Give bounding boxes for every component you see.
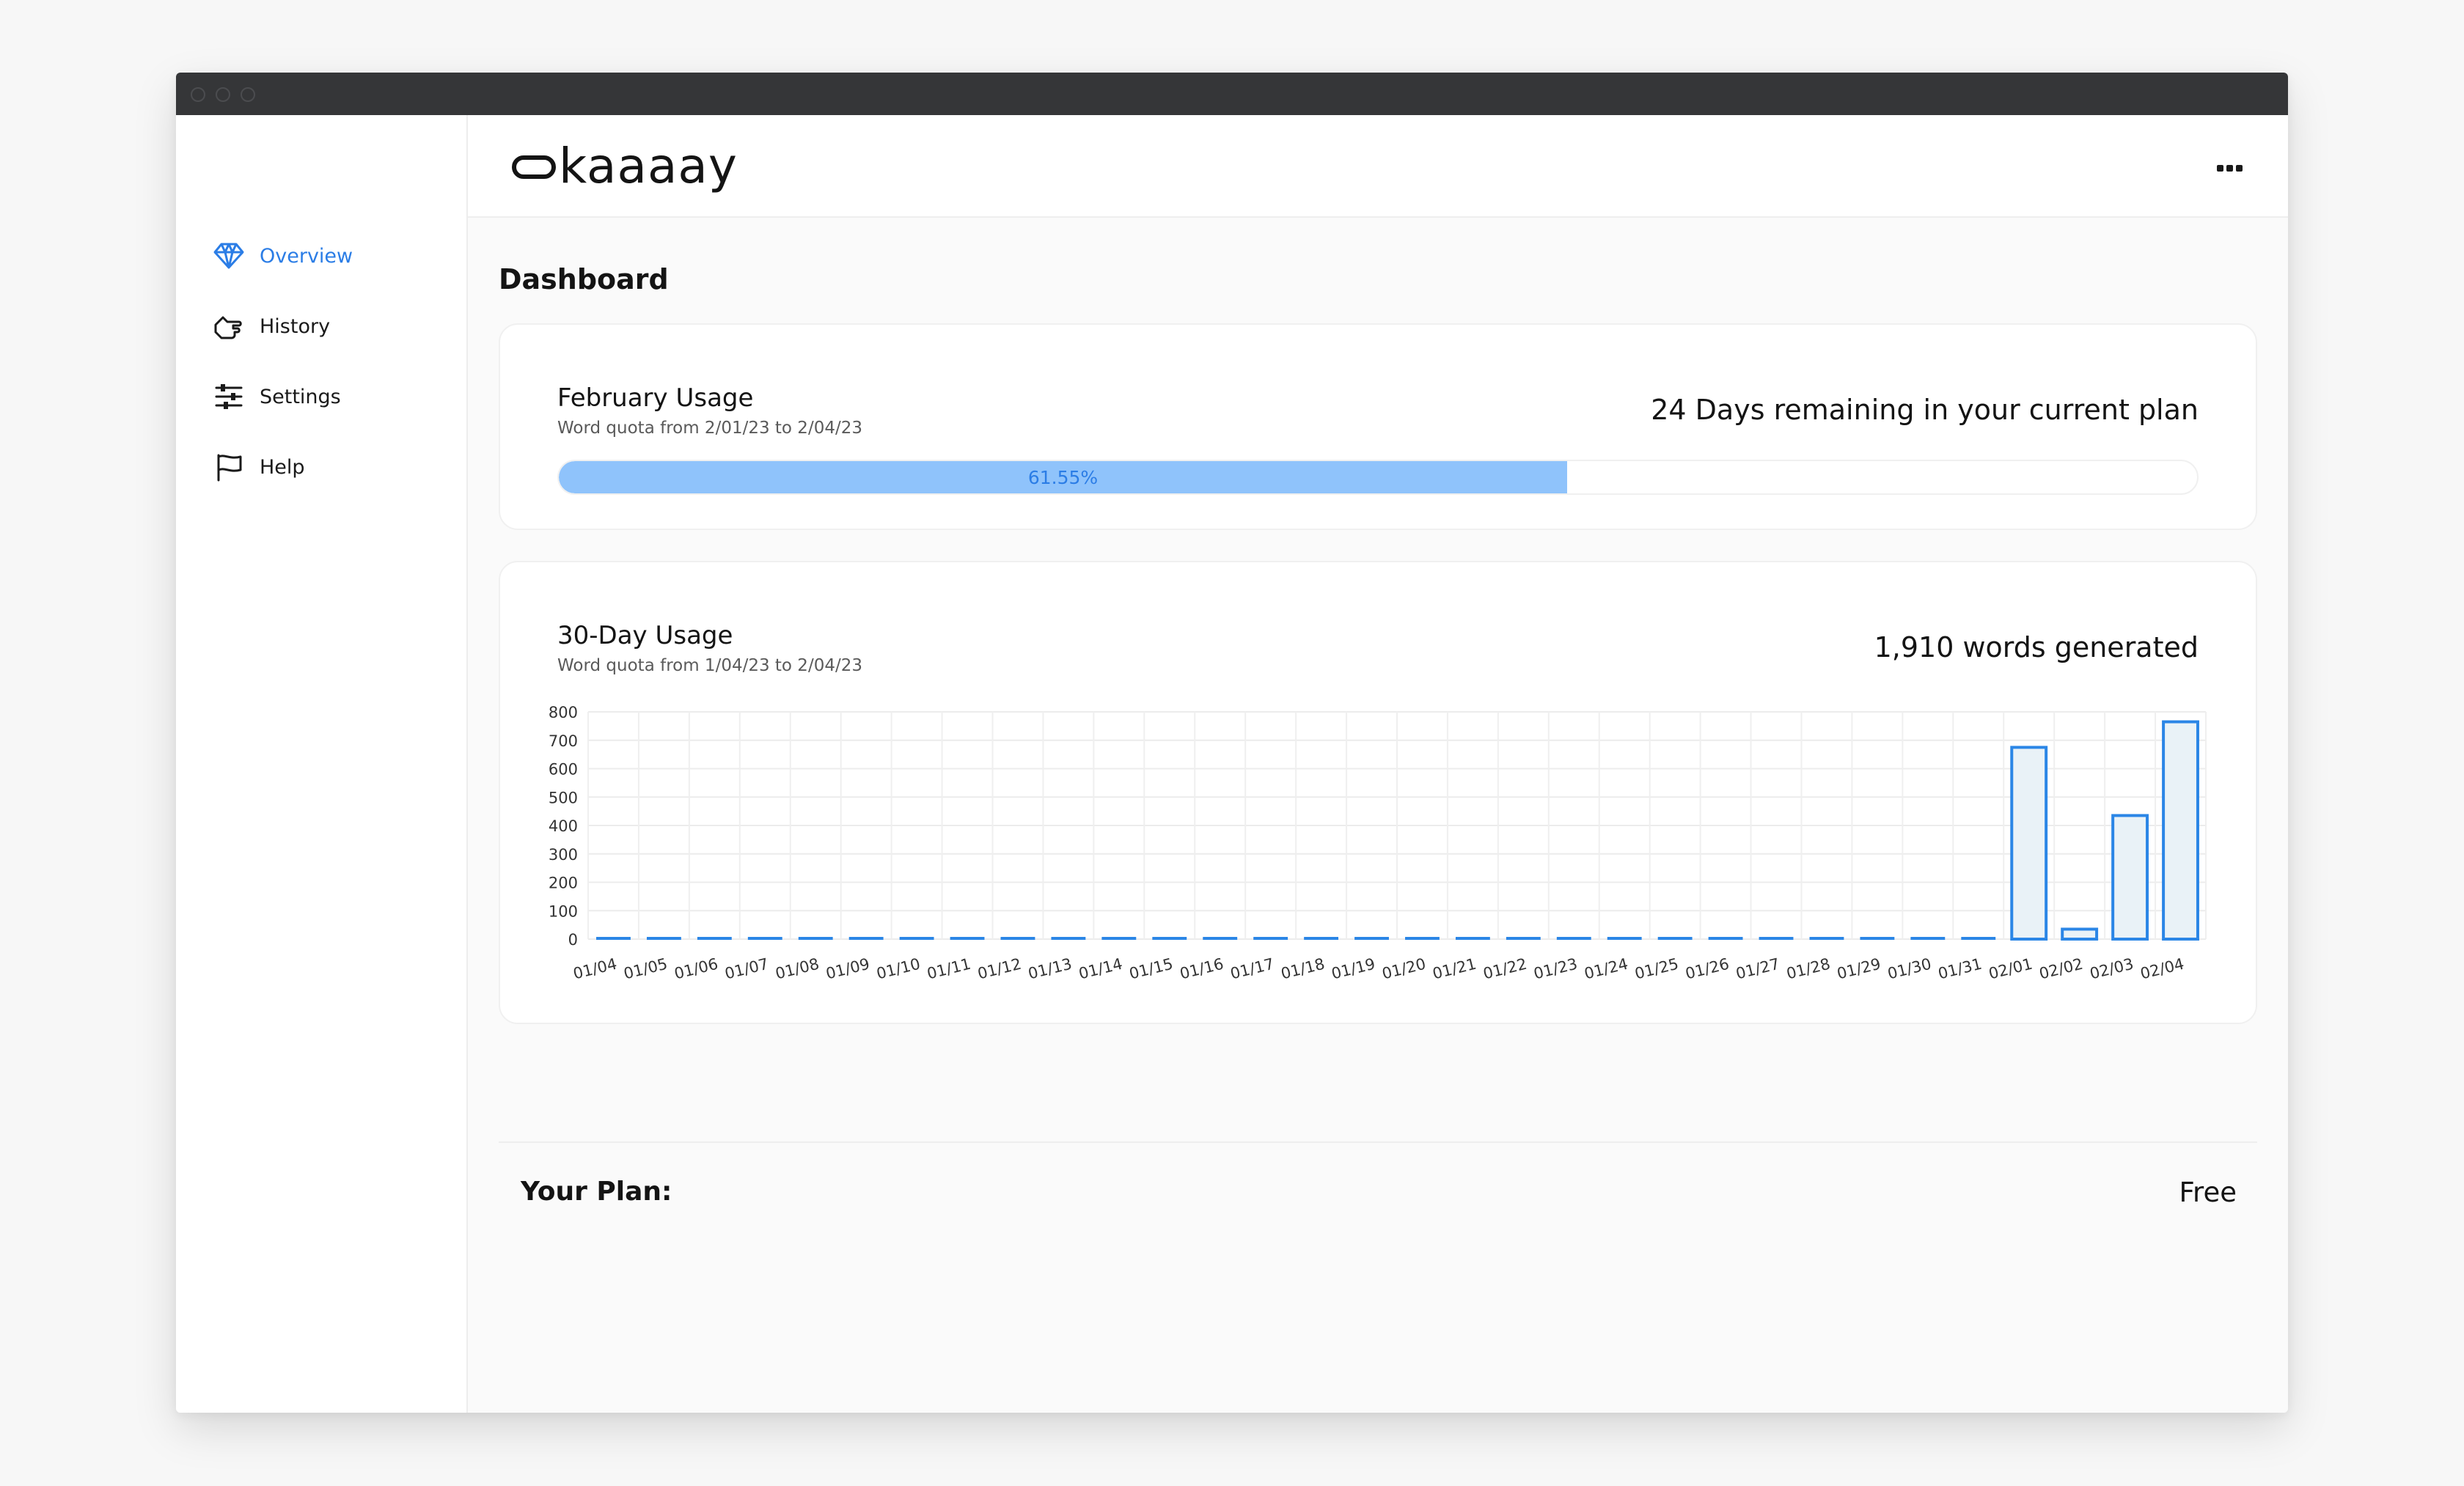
page-title: Dashboard — [499, 263, 669, 295]
sidebar-item-label: History — [260, 315, 331, 338]
sliders-icon — [213, 380, 245, 413]
chart-x-tick-label: 01/20 — [1380, 955, 1428, 983]
chart-x-tick-label: 01/22 — [1481, 955, 1529, 983]
sidebar-item-overview[interactable]: Overview — [213, 234, 447, 278]
sidebar-item-label: Overview — [260, 244, 353, 268]
usage-card-subtitle: Word quota from 2/01/23 to 2/04/23 — [557, 419, 862, 438]
chart-bar — [2010, 746, 2048, 941]
flag-icon — [213, 451, 245, 483]
chart-x-tick-label: 01/21 — [1431, 955, 1478, 983]
sidebar-item-history[interactable]: History — [213, 304, 447, 348]
chart-y-tick-label: 0 — [568, 931, 578, 949]
chart-x-tick-label: 01/12 — [976, 955, 1024, 983]
chart-x-tick-label: 01/05 — [622, 955, 670, 983]
chart-x-tick-label: 01/30 — [1886, 955, 1934, 983]
chart-y-tick-label: 400 — [549, 817, 578, 835]
top-bar: kaaaay — [468, 115, 2288, 218]
chart-bar — [2061, 927, 2099, 941]
usage-progress-label: 61.55% — [1027, 466, 1099, 488]
hand-point-icon — [213, 310, 245, 342]
window-close-button[interactable] — [191, 87, 205, 102]
chart-x-tick-label: 01/19 — [1330, 955, 1377, 983]
main-content: kaaaay Dashboard February Usage Word quo… — [468, 115, 2288, 1413]
chart-x-tick-label: 02/04 — [2138, 955, 2186, 983]
chart-x-tick-label: 01/27 — [1734, 955, 1782, 983]
chart-card: 30-Day Usage Word quota from 1/04/23 to … — [499, 561, 2257, 1024]
window-zoom-button[interactable] — [241, 87, 255, 102]
chart-x-tick-label: 01/09 — [824, 955, 872, 983]
chart-x-tick-label: 01/13 — [1027, 955, 1074, 983]
chart-x-tick-label: 01/10 — [875, 955, 923, 983]
chart-x-tick-label: 01/29 — [1836, 955, 1883, 983]
chart-x-tick-label: 01/07 — [723, 955, 771, 983]
usage-card-title: February Usage — [557, 383, 754, 413]
plan-value: Free — [2179, 1177, 2237, 1208]
more-menu-button[interactable] — [2213, 153, 2245, 183]
window-titlebar — [176, 73, 2288, 115]
chart-y-tick-label: 300 — [549, 846, 578, 864]
chart-x-tick-label: 01/06 — [672, 955, 720, 983]
sidebar-item-settings[interactable]: Settings — [213, 375, 447, 419]
chart-x-tick-label: 01/26 — [1684, 955, 1731, 983]
chart-x-tick-label: 02/01 — [1987, 955, 2034, 983]
chart-x-tick-label: 01/08 — [774, 955, 821, 983]
logo[interactable]: kaaaay — [512, 137, 738, 196]
chart-x-tick-label: 01/23 — [1532, 955, 1580, 983]
chart-y-tick-label: 100 — [549, 902, 578, 920]
plan-divider — [499, 1141, 2257, 1143]
more-icon-dot — [2226, 164, 2233, 172]
plan-label: Your Plan: — [521, 1177, 672, 1207]
chart-x-tick-label: 01/11 — [925, 955, 973, 983]
diamond-icon — [213, 240, 245, 272]
chart-x-tick-label: 01/17 — [1228, 955, 1276, 983]
chart-bar — [2111, 814, 2149, 941]
chart-y-tick-label: 600 — [549, 761, 578, 779]
chart-x-tick-label: 01/18 — [1279, 955, 1327, 983]
chart-bar — [2162, 720, 2199, 941]
chart-y-tick-label: 800 — [549, 704, 578, 721]
logo-mark-icon — [512, 155, 556, 179]
logo-text: kaaaay — [559, 138, 738, 194]
chart-x-tick-label: 01/16 — [1178, 955, 1225, 983]
chart-x-tick-label: 01/24 — [1583, 955, 1630, 983]
chart-y-tick-label: 700 — [549, 732, 578, 750]
chart-y-tick-label: 500 — [549, 789, 578, 806]
chart-x-tick-label: 01/28 — [1785, 955, 1833, 983]
sidebar-item-help[interactable]: Help — [213, 445, 447, 489]
chart-x-tick-label: 01/15 — [1127, 955, 1175, 983]
more-icon — [2216, 164, 2223, 172]
sidebar-item-label: Settings — [260, 385, 341, 408]
sidebar: Overview History Settings Help — [176, 115, 468, 1413]
window-minimize-button[interactable] — [216, 87, 230, 102]
chart-x-tick-label: 02/03 — [2088, 955, 2135, 983]
more-icon-dot — [2235, 164, 2243, 172]
usage-progress-bar: 61.55% — [557, 460, 2199, 495]
usage-bar-chart: 0 100 200 300 400 500 600 700 800 01/04 01/05 01/06… — [549, 704, 2207, 983]
app-window: Overview History Settings Help kaaaay Da… — [176, 73, 2288, 1413]
usage-card: February Usage Word quota from 2/01/23 t… — [499, 323, 2257, 530]
chart-y-tick-label: 200 — [549, 875, 578, 892]
chart-x-tick-label: 01/25 — [1633, 955, 1681, 983]
sidebar-item-label: Help — [260, 455, 305, 479]
chart-x-tick-label: 01/04 — [571, 955, 619, 983]
chart-x-tick-label: 02/02 — [2037, 955, 2085, 983]
chart-x-tick-label: 01/14 — [1077, 955, 1125, 983]
days-remaining: 24 Days remaining in your current plan — [1651, 394, 2199, 426]
chart-x-tick-label: 01/31 — [1936, 955, 1984, 983]
